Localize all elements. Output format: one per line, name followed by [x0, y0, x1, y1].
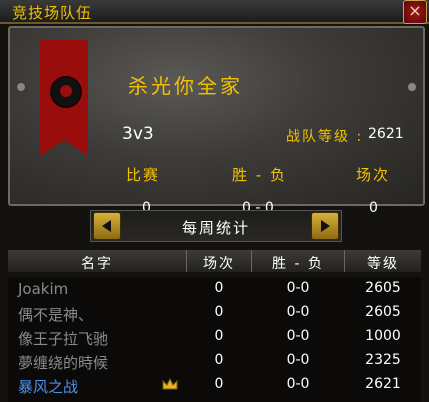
summary-header-matches: 比赛: [126, 166, 161, 184]
summary-header-games: 场次: [356, 166, 391, 184]
member-games: 0: [214, 352, 224, 368]
team-bracket: 3v3: [122, 124, 154, 144]
stats-period-label: 每周统计: [181, 219, 250, 237]
member-winloss: 0-0: [286, 376, 310, 392]
member-winloss: 0-0: [286, 280, 310, 296]
member-games: 0: [214, 280, 224, 296]
stats-period-selector: 每周统计: [90, 210, 342, 242]
captain-crown-icon: [162, 378, 178, 390]
arena-team-window: 竞技场队伍 × 杀光你全家 3v3 战队等级 : 2621 比赛 胜 - 负 场…: [0, 0, 429, 402]
member-name: 偶不是神、: [18, 306, 94, 324]
member-name: 暴风之战: [18, 378, 79, 396]
member-rating: 2605: [365, 304, 401, 320]
member-games: 0: [214, 328, 224, 344]
column-header-winloss[interactable]: 胜 - 负: [252, 253, 344, 273]
roster-row[interactable]: 暴风之战 0 0-0 2621: [8, 373, 421, 396]
roster-table-header: 名字 场次 胜 - 负 等级: [8, 250, 421, 272]
member-name: 夢缠绕的時候: [18, 354, 109, 372]
member-winloss: 0-0: [286, 304, 310, 320]
column-header-rating[interactable]: 等级: [345, 253, 421, 273]
team-rating-label: 战队等级 :: [286, 129, 364, 145]
rivet-icon: [407, 82, 417, 92]
roster-row[interactable]: 像王子拉飞驰 0 0-0 1000: [8, 325, 421, 348]
roster-row[interactable]: 夢缠绕的時候 0 0-0 2325: [8, 349, 421, 372]
summary-value-games: 0: [369, 200, 378, 216]
team-emblem-icon: [50, 76, 82, 108]
summary-header-winloss: 胜 - 负: [232, 166, 287, 184]
member-games: 0: [214, 376, 224, 392]
member-name: Joakim: [18, 280, 69, 298]
member-winloss: 0-0: [286, 352, 310, 368]
window-title: 竞技场队伍: [12, 4, 93, 22]
member-winloss: 0-0: [286, 328, 310, 344]
column-header-name[interactable]: 名字: [8, 253, 186, 273]
team-banner-tail: [40, 140, 88, 156]
column-header-games[interactable]: 场次: [187, 253, 251, 273]
next-period-button[interactable]: [311, 212, 339, 240]
roster-row[interactable]: 偶不是神、 0 0-0 2605: [8, 301, 421, 324]
title-bar[interactable]: 竞技场队伍 ×: [0, 0, 429, 24]
roster-row[interactable]: Joakim 0 0-0 2605: [8, 277, 421, 300]
member-games: 0: [214, 304, 224, 320]
close-button[interactable]: ×: [403, 0, 427, 24]
arrow-right-icon: [321, 220, 330, 232]
member-rating: 2621: [365, 376, 401, 392]
rivet-icon: [16, 82, 26, 92]
member-rating: 1000: [365, 328, 401, 344]
team-rating-value: 2621: [368, 126, 404, 142]
roster-list: Joakim 0 0-0 2605 偶不是神、 0 0-0 2605 像王子拉飞…: [8, 277, 421, 402]
team-name: 杀光你全家: [128, 74, 243, 98]
member-rating: 2605: [365, 280, 401, 296]
member-name: 像王子拉飞驰: [18, 330, 109, 348]
team-header-panel: 杀光你全家 3v3 战队等级 : 2621 比赛 胜 - 负 场次 0 0 - …: [8, 26, 425, 216]
member-rating: 2325: [365, 352, 401, 368]
